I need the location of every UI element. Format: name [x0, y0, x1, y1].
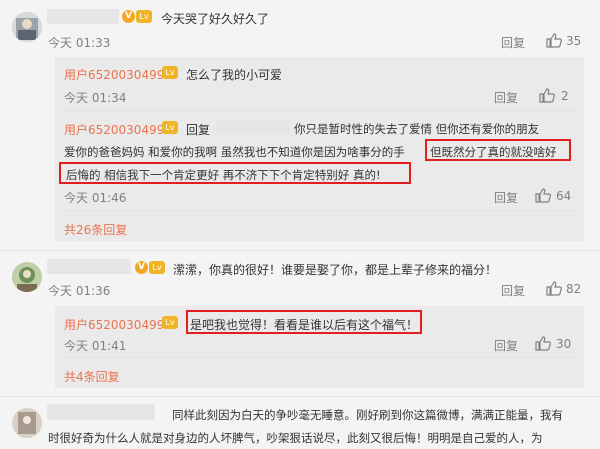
- blurred-mention[interactable]: [216, 119, 290, 134]
- reply-button[interactable]: 回复: [501, 282, 525, 299]
- level-badge-icon: Lv: [136, 10, 152, 23]
- comment-text: 今天哭了好久好久了: [161, 12, 270, 26]
- reply-divider: [64, 357, 576, 358]
- reply-time: 今天 01:34: [64, 91, 127, 105]
- reply-time: 今天 01:41: [64, 339, 127, 353]
- avatar-image: [12, 262, 42, 292]
- like-count: 35: [566, 34, 582, 48]
- reply-prefix: 回复: [186, 123, 211, 137]
- reply-username[interactable]: 用户6520030499: [64, 316, 164, 333]
- highlight-box: [425, 139, 571, 161]
- thumbs-up-icon[interactable]: [535, 336, 551, 351]
- avatar-image: [12, 408, 42, 438]
- reply-button[interactable]: 回复: [501, 34, 525, 51]
- avatar[interactable]: [12, 262, 42, 292]
- blurred-username[interactable]: [47, 404, 155, 420]
- verified-icon: V: [122, 10, 135, 23]
- comment-time: 今天 01:36: [48, 284, 111, 298]
- reply-text-line2: 爱你的爸爸妈妈 和爱你的我啊 虽然我也不知道你是因为啥事分的手: [64, 145, 405, 159]
- level-badge-icon: Lv: [149, 261, 165, 274]
- avatar-image: [12, 12, 42, 42]
- more-replies-link[interactable]: 共26条回复: [64, 221, 127, 238]
- weibo-comments-page: { "comments": [ { "text": "今天哭了好久好久了", "…: [0, 0, 600, 449]
- reply-time: 今天 01:46: [64, 191, 127, 205]
- reply-text: 怎么了我的小可爱: [186, 68, 283, 82]
- reply-button[interactable]: 回复: [494, 89, 518, 106]
- level-badge-icon: Lv: [162, 66, 178, 79]
- more-replies-link[interactable]: 共4条回复: [64, 368, 120, 385]
- like-count: 82: [566, 282, 582, 296]
- thumbs-up-icon[interactable]: [546, 281, 562, 296]
- level-badge-icon: Lv: [162, 121, 178, 134]
- thumbs-up-icon[interactable]: [546, 33, 562, 48]
- comment-text: 潆潆，你真的很好！谁要是娶了你，都是上辈子修来的福分！: [173, 263, 498, 277]
- reply-button[interactable]: 回复: [494, 337, 518, 354]
- level-badge-icon: Lv: [162, 316, 178, 329]
- reply-text-line1: 你只是暂时性的失去了爱情 但你还有爱你的朋友: [294, 122, 540, 136]
- comment-text-line2: 时很好奇为什么人就是对身边的人坏脾气，吵架狠话说尽，此刻又很后悔！明明是自己爱的…: [48, 431, 543, 445]
- like-count: 64: [556, 189, 572, 203]
- verified-icon: V: [135, 261, 148, 274]
- highlight-box: [59, 162, 411, 184]
- reply-username[interactable]: 用户6520030499: [64, 66, 164, 83]
- thumbs-up-icon[interactable]: [535, 188, 551, 203]
- avatar[interactable]: [12, 408, 42, 438]
- like-count: 30: [556, 337, 572, 351]
- reply-username[interactable]: 用户6520030499: [64, 121, 164, 138]
- reply-divider: [64, 210, 576, 211]
- comment-time: 今天 01:33: [48, 36, 111, 50]
- highlight-box: [186, 310, 422, 334]
- blurred-username[interactable]: [47, 9, 119, 24]
- comment-text-line1: 同样此刻因为白天的争吵毫无睡意。刚好刷到你这篇微博，满满正能量，我有: [172, 408, 563, 422]
- like-count: 2: [561, 89, 569, 103]
- comment-divider: [0, 396, 600, 397]
- thumbs-up-icon[interactable]: [539, 88, 555, 103]
- comment-divider: [0, 250, 600, 251]
- reply-divider: [64, 110, 576, 111]
- blurred-username[interactable]: [47, 259, 131, 274]
- reply-button[interactable]: 回复: [494, 189, 518, 206]
- avatar[interactable]: [12, 12, 42, 42]
